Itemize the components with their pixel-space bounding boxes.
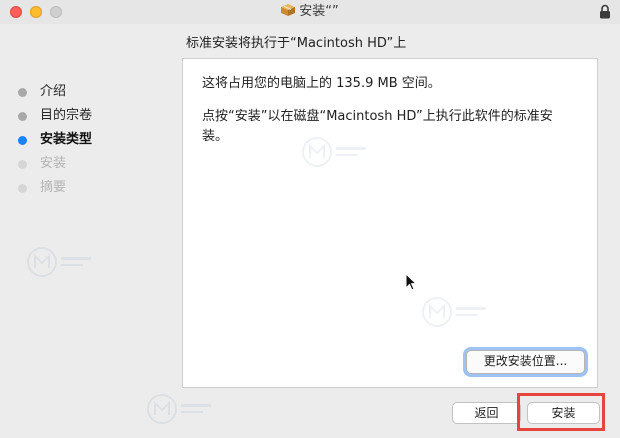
package-icon xyxy=(281,4,296,16)
step-done-dot-icon xyxy=(18,111,27,121)
step-installation: 安装 xyxy=(18,152,92,176)
step-label: 安装 xyxy=(40,156,67,171)
step-installation-type: 安装类型 xyxy=(18,128,92,152)
step-label: 目的宗卷 xyxy=(40,108,93,123)
page-heading: 标准安装将执行于“Macintosh HD”上 xyxy=(186,36,407,51)
mouse-cursor-icon xyxy=(405,273,417,291)
step-introduction: 介绍 xyxy=(18,80,92,104)
step-pending-dot-icon xyxy=(18,183,27,193)
title-bar: 安装“” xyxy=(0,0,620,24)
disk-space-text: 这将占用您的电脑上的 135.9 MB 空间。 xyxy=(202,76,441,91)
install-button-highlight xyxy=(517,393,605,431)
install-instruction-text: 点按“安装”以在磁盘“Macintosh HD”上执行此软件的标准安装。 xyxy=(202,109,553,144)
watermark-logo xyxy=(422,297,486,327)
change-install-location-button[interactable]: 更改安装位置... xyxy=(466,350,585,374)
step-done-dot-icon xyxy=(18,87,27,97)
step-label: 安装类型 xyxy=(40,132,93,147)
watermark-logo xyxy=(147,394,211,424)
window-title-container: 安装“” xyxy=(0,3,620,21)
watermark-logo xyxy=(302,137,366,167)
watermark-logo xyxy=(27,247,91,277)
step-destination: 目的宗卷 xyxy=(18,104,92,128)
content-panel: 这将占用您的电脑上的 135.9 MB 空间。 点按“安装”以在磁盘“Macin… xyxy=(182,58,598,388)
window-title: 安装“” xyxy=(299,4,339,19)
step-pending-dot-icon xyxy=(18,159,27,169)
installer-steps: 介绍 目的宗卷 安装类型 安装 摘要 xyxy=(18,80,92,200)
installer-window: 安装“” 标准安装将执行于“Macintosh HD”上 介绍 目的宗卷 安装类… xyxy=(0,0,620,438)
step-label: 介绍 xyxy=(40,84,67,99)
back-button[interactable]: 返回 xyxy=(452,402,521,424)
step-summary: 摘要 xyxy=(18,176,92,200)
step-label: 摘要 xyxy=(40,180,67,195)
step-current-dot-icon xyxy=(18,135,27,145)
lock-icon[interactable] xyxy=(599,4,611,19)
